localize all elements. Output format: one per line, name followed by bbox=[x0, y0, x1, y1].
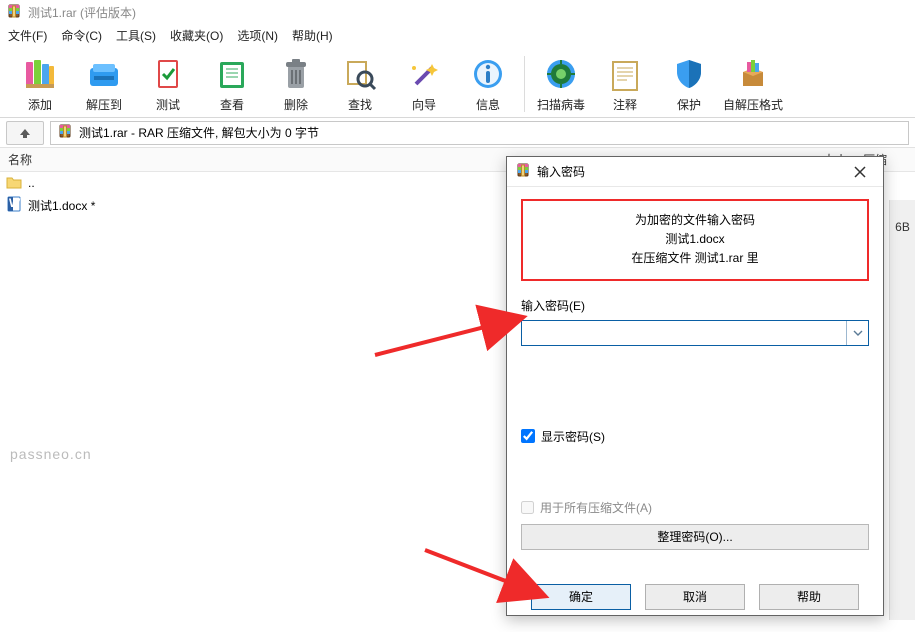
toolbar-separator bbox=[524, 56, 525, 112]
window-title: 测试1.rar (评估版本) bbox=[28, 4, 136, 21]
toolbar-virus-button[interactable]: 扫描病毒 bbox=[529, 51, 593, 117]
books-stack-icon bbox=[20, 54, 60, 94]
cancel-button[interactable]: 取消 bbox=[645, 584, 745, 610]
close-icon bbox=[854, 166, 866, 178]
folder-up-icon bbox=[6, 174, 22, 193]
address-field[interactable]: 测试1.rar - RAR 压缩文件, 解包大小为 0 字节 bbox=[50, 121, 909, 145]
toolbar-find-label: 查找 bbox=[348, 96, 372, 113]
toolbar-view-button[interactable]: 查看 bbox=[200, 51, 264, 117]
toolbar-extract-button[interactable]: 解压到 bbox=[72, 51, 136, 117]
toolbar-sfx-label: 自解压格式 bbox=[723, 96, 783, 113]
toolbar-add-button[interactable]: 添加 bbox=[8, 51, 72, 117]
watermark: passneo.cn bbox=[10, 446, 92, 462]
up-button[interactable] bbox=[6, 121, 44, 145]
book-open-icon bbox=[212, 54, 252, 94]
svg-text:W: W bbox=[9, 196, 21, 210]
password-label: 输入密码(E) bbox=[521, 297, 869, 314]
header-line3: 在压缩文件 测试1.rar 里 bbox=[529, 249, 861, 268]
winrar-app-icon bbox=[6, 3, 22, 22]
apply-all-label: 用于所有压缩文件(A) bbox=[540, 499, 652, 516]
header-line1: 为加密的文件输入密码 bbox=[529, 211, 861, 230]
password-input[interactable] bbox=[522, 321, 846, 345]
toolbar-info-button[interactable]: 信息 bbox=[456, 51, 520, 117]
virus-scan-icon bbox=[541, 54, 581, 94]
dialog-buttons: 确定 取消 帮助 bbox=[521, 584, 869, 610]
toolbar-delete-label: 删除 bbox=[284, 96, 308, 113]
toolbar-add-label: 添加 bbox=[28, 96, 52, 113]
close-button[interactable] bbox=[845, 160, 875, 184]
show-password-checkbox[interactable]: 显示密码(S) bbox=[521, 428, 869, 445]
toolbar-view-label: 查看 bbox=[220, 96, 244, 113]
menu-tools[interactable]: 工具(S) bbox=[116, 27, 156, 44]
address-text: 测试1.rar - RAR 压缩文件, 解包大小为 0 字节 bbox=[79, 124, 319, 141]
address-bar: 测试1.rar - RAR 压缩文件, 解包大小为 0 字节 bbox=[0, 118, 915, 148]
right-strip-text: 6B bbox=[895, 220, 910, 234]
dialog-titlebar: 输入密码 bbox=[507, 157, 883, 187]
magnifier-icon bbox=[340, 54, 380, 94]
toolbar-wizard-label: 向导 bbox=[412, 96, 436, 113]
password-dialog: 输入密码 为加密的文件输入密码 测试1.docx 在压缩文件 测试1.rar 里… bbox=[506, 156, 884, 616]
trash-icon bbox=[276, 54, 316, 94]
toolbar-comment-button[interactable]: 注释 bbox=[593, 51, 657, 117]
toolbar: 添加 解压到 测试 查看 删除 查找 向导 bbox=[0, 46, 915, 118]
dialog-body: 为加密的文件输入密码 测试1.docx 在压缩文件 测试1.rar 里 输入密码… bbox=[507, 187, 883, 620]
organize-passwords-button[interactable]: 整理密码(O)... bbox=[521, 524, 869, 550]
toolbar-protect-button[interactable]: 保护 bbox=[657, 51, 721, 117]
book-check-icon bbox=[148, 54, 188, 94]
toolbar-delete-button[interactable]: 删除 bbox=[264, 51, 328, 117]
dialog-title: 输入密码 bbox=[537, 163, 839, 180]
password-combobox[interactable] bbox=[521, 320, 869, 346]
toolbar-comment-label: 注释 bbox=[613, 96, 637, 113]
info-icon bbox=[468, 54, 508, 94]
menu-options[interactable]: 选项(N) bbox=[237, 27, 278, 44]
apply-all-input[interactable] bbox=[521, 501, 534, 514]
toolbar-wizard-button[interactable]: 向导 bbox=[392, 51, 456, 117]
help-button[interactable]: 帮助 bbox=[759, 584, 859, 610]
docx-icon: W bbox=[6, 196, 22, 215]
right-info-strip: 6B bbox=[889, 200, 915, 620]
menu-help[interactable]: 帮助(H) bbox=[292, 27, 333, 44]
comment-icon bbox=[605, 54, 645, 94]
menu-command[interactable]: 命令(C) bbox=[61, 27, 102, 44]
chevron-down-icon bbox=[853, 330, 863, 336]
toolbar-sfx-button[interactable]: 自解压格式 bbox=[721, 51, 785, 117]
menu-file[interactable]: 文件(F) bbox=[8, 27, 47, 44]
header-line2: 测试1.docx bbox=[529, 230, 861, 249]
toolbar-find-button[interactable]: 查找 bbox=[328, 51, 392, 117]
toolbar-virus-label: 扫描病毒 bbox=[537, 96, 585, 113]
drawer-open-icon bbox=[84, 54, 124, 94]
toolbar-protect-label: 保护 bbox=[677, 96, 701, 113]
show-password-label: 显示密码(S) bbox=[541, 428, 605, 445]
toolbar-info-label: 信息 bbox=[476, 96, 500, 113]
toolbar-extract-label: 解压到 bbox=[86, 96, 122, 113]
arrow-up-icon bbox=[18, 126, 32, 140]
magic-wand-icon bbox=[404, 54, 444, 94]
shield-icon bbox=[669, 54, 709, 94]
apply-all-checkbox[interactable]: 用于所有压缩文件(A) bbox=[521, 499, 869, 516]
toolbar-test-label: 测试 bbox=[156, 96, 180, 113]
show-password-input[interactable] bbox=[521, 429, 535, 443]
dialog-header-box: 为加密的文件输入密码 测试1.docx 在压缩文件 测试1.rar 里 bbox=[521, 199, 869, 281]
box-open-icon bbox=[733, 54, 773, 94]
toolbar-test-button[interactable]: 测试 bbox=[136, 51, 200, 117]
winrar-archive-icon bbox=[57, 123, 73, 142]
password-dropdown-button[interactable] bbox=[846, 321, 868, 345]
menubar: 文件(F) 命令(C) 工具(S) 收藏夹(O) 选项(N) 帮助(H) bbox=[0, 24, 915, 46]
titlebar: 测试1.rar (评估版本) bbox=[0, 0, 915, 24]
winrar-dialog-icon bbox=[515, 162, 531, 181]
ok-button[interactable]: 确定 bbox=[531, 584, 631, 610]
menu-favorites[interactable]: 收藏夹(O) bbox=[170, 27, 223, 44]
